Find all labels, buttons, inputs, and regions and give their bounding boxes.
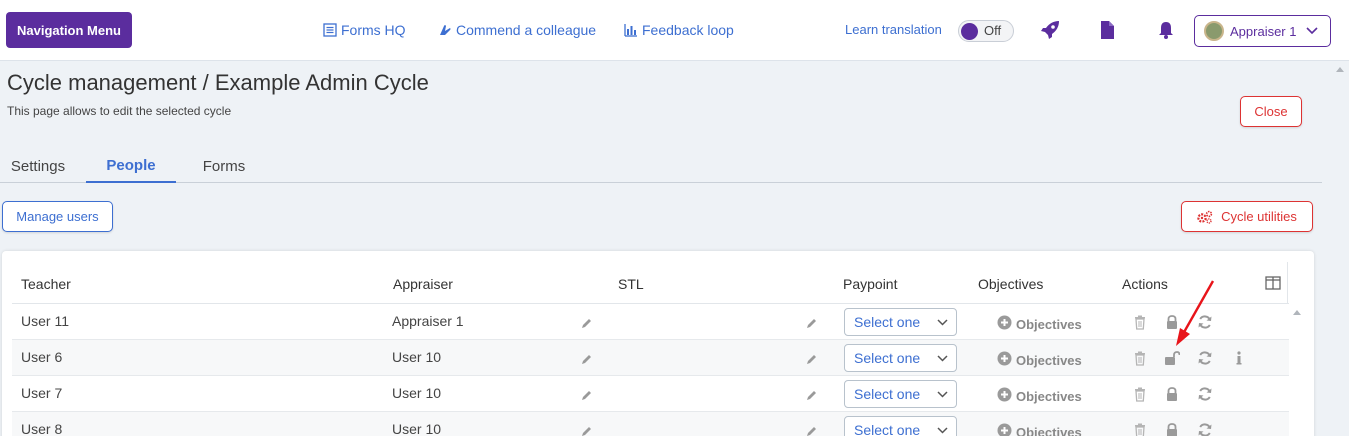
toggle-knob: [961, 23, 978, 40]
paypoint-select[interactable]: Select one: [844, 416, 957, 436]
edit-appraiser-pencil-icon[interactable]: [581, 388, 593, 400]
table-row: User 6 User 10 Select one Objectives: [12, 340, 1289, 376]
edit-appraiser-pencil-icon[interactable]: [581, 424, 593, 436]
appraiser-cell: User 10: [392, 421, 442, 436]
bar-chart-icon: [624, 24, 637, 37]
plus-circle-icon: [997, 351, 1012, 369]
cycle-utilities-label: Cycle utilities: [1221, 209, 1297, 224]
table-row: User 7 User 10 Select one Objectives: [12, 376, 1289, 412]
tab-bar: Settings People Forms: [0, 150, 1322, 183]
navigation-menu-button[interactable]: Navigation Menu: [6, 12, 132, 48]
column-header-actions: Actions: [1122, 276, 1168, 292]
top-bar: Navigation Menu Forms HQ Commend a colle…: [0, 0, 1349, 61]
add-objectives-button[interactable]: Objectives: [997, 315, 1082, 333]
document-icon[interactable]: [1096, 19, 1118, 41]
delete-trash-icon[interactable]: [1132, 350, 1148, 366]
page-title: Cycle management / Example Admin Cycle: [7, 70, 429, 95]
feedback-loop-link[interactable]: Feedback loop: [624, 21, 734, 39]
cycle-utilities-button[interactable]: Cycle utilities: [1181, 201, 1313, 232]
refresh-icon[interactable]: [1197, 350, 1213, 366]
objectives-label: Objectives: [1016, 316, 1082, 332]
paypoint-select-value: Select one: [854, 350, 921, 366]
user-name-label: Appraiser 1: [1230, 23, 1297, 39]
translation-toggle[interactable]: Off: [958, 20, 1014, 42]
add-objectives-button[interactable]: Objectives: [997, 423, 1082, 436]
paypoint-select-value: Select one: [854, 386, 921, 402]
delete-trash-icon[interactable]: [1132, 422, 1148, 436]
edit-appraiser-pencil-icon[interactable]: [581, 316, 593, 328]
gears-icon: [1197, 210, 1213, 224]
bell-icon[interactable]: [1155, 19, 1177, 41]
teacher-cell: User 11: [21, 313, 69, 329]
toggle-state-label: Off: [984, 23, 1002, 38]
add-objectives-button[interactable]: Objectives: [997, 387, 1082, 405]
column-header-teacher[interactable]: Teacher: [21, 276, 71, 292]
edit-stl-pencil-icon[interactable]: [806, 388, 818, 400]
edit-stl-pencil-icon[interactable]: [806, 424, 818, 436]
appraiser-cell: User 10: [392, 349, 442, 365]
header-divider: [1287, 262, 1288, 304]
column-header-paypoint[interactable]: Paypoint: [843, 276, 897, 292]
tab-forms[interactable]: Forms: [186, 150, 262, 183]
forms-hq-label: Forms HQ: [341, 22, 406, 38]
rocket-icon[interactable]: [1039, 19, 1061, 41]
page-scroll-up-icon[interactable]: [1336, 66, 1344, 72]
teacher-cell: User 7: [21, 385, 63, 401]
forms-hq-link[interactable]: Forms HQ: [323, 21, 406, 39]
lock-icon[interactable]: [1164, 386, 1180, 402]
columns-toggle-icon[interactable]: [1265, 276, 1281, 290]
objectives-label: Objectives: [1016, 352, 1082, 368]
chevron-down-icon: [1306, 27, 1319, 35]
paypoint-select[interactable]: Select one: [844, 344, 957, 372]
tab-people[interactable]: People: [86, 150, 176, 183]
appraiser-cell: User 10: [392, 385, 442, 401]
teacher-cell: User 6: [21, 349, 63, 365]
teacher-cell: User 8: [21, 421, 63, 436]
learn-translation-label: Learn translation: [845, 22, 942, 37]
paypoint-select-value: Select one: [854, 422, 921, 436]
feedback-loop-label: Feedback loop: [642, 22, 734, 38]
paypoint-select-value: Select one: [854, 314, 921, 330]
annotation-arrow: [1176, 280, 1215, 346]
column-header-objectives[interactable]: Objectives: [978, 276, 1043, 292]
column-header-stl[interactable]: STL: [618, 276, 644, 292]
plus-circle-icon: [997, 423, 1012, 436]
tab-settings[interactable]: Settings: [0, 150, 76, 183]
delete-trash-icon[interactable]: [1132, 386, 1148, 402]
edit-appraiser-pencil-icon[interactable]: [581, 352, 593, 364]
paypoint-select[interactable]: Select one: [844, 308, 957, 336]
commend-colleague-link[interactable]: Commend a colleague: [438, 21, 596, 39]
close-button[interactable]: Close: [1240, 96, 1302, 127]
add-objectives-button[interactable]: Objectives: [997, 351, 1082, 369]
refresh-icon[interactable]: [1197, 386, 1213, 402]
paypoint-select[interactable]: Select one: [844, 380, 957, 408]
manage-users-button[interactable]: Manage users: [2, 201, 113, 232]
appraiser-cell: Appraiser 1: [392, 313, 464, 329]
objectives-label: Objectives: [1016, 388, 1082, 404]
column-header-appraiser[interactable]: Appraiser: [393, 276, 453, 292]
page-description: This page allows to edit the selected cy…: [7, 104, 232, 118]
delete-trash-icon[interactable]: [1132, 314, 1148, 330]
info-icon[interactable]: [1231, 350, 1247, 366]
lock-icon[interactable]: [1164, 422, 1180, 436]
table-row: User 11 Appraiser 1 Select one Objectives: [12, 304, 1289, 340]
unlock-icon[interactable]: [1164, 350, 1181, 366]
table-scroll-up-icon[interactable]: [1293, 309, 1301, 315]
plus-circle-icon: [997, 387, 1012, 405]
refresh-icon[interactable]: [1197, 422, 1213, 436]
plus-circle-icon: [997, 315, 1012, 333]
avatar: [1204, 21, 1224, 41]
edit-stl-pencil-icon[interactable]: [806, 316, 818, 328]
edit-stl-pencil-icon[interactable]: [806, 352, 818, 364]
hands-icon: [440, 25, 451, 35]
table-row: User 8 User 10 Select one Objectives: [12, 412, 1289, 436]
user-menu-button[interactable]: Appraiser 1: [1194, 15, 1331, 47]
list-icon: [323, 23, 337, 37]
commend-colleague-label: Commend a colleague: [456, 22, 597, 38]
objectives-label: Objectives: [1016, 424, 1082, 436]
